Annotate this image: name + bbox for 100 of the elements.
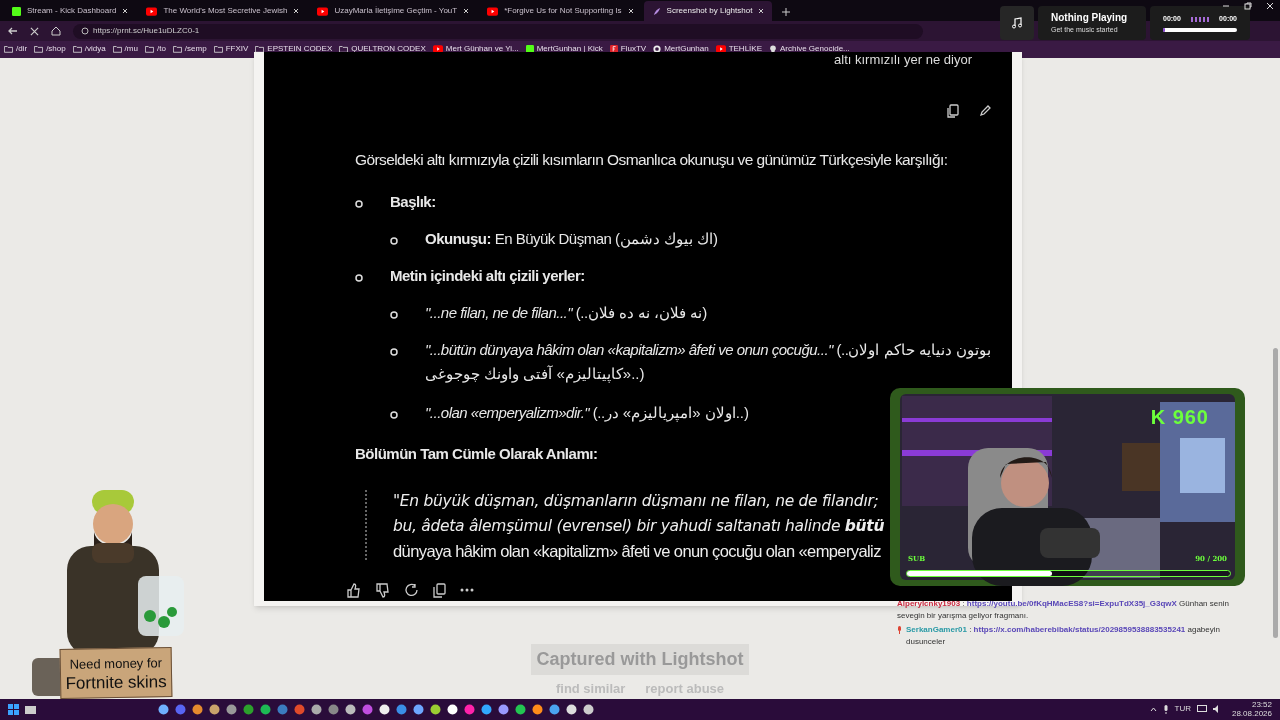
bullet-icon bbox=[390, 237, 398, 246]
close-icon[interactable] bbox=[293, 8, 300, 15]
bookmark-item[interactable]: /semp bbox=[172, 43, 207, 56]
chat-username[interactable]: Alperylcnky1903 bbox=[897, 599, 961, 608]
close-icon[interactable] bbox=[463, 8, 470, 15]
plus-icon[interactable] bbox=[782, 8, 791, 17]
microphone-icon[interactable] bbox=[1162, 704, 1169, 714]
file-explorer-icon[interactable] bbox=[25, 703, 36, 715]
app-icon[interactable] bbox=[158, 703, 169, 715]
bullet-icon bbox=[355, 274, 363, 283]
browser-tab[interactable]: The World's Most Secretive Jewish bbox=[138, 1, 308, 22]
bookmark-item[interactable]: /vidya bbox=[72, 43, 106, 56]
music-note-button[interactable] bbox=[1000, 6, 1034, 40]
follower-counter: K 960 bbox=[1150, 405, 1209, 430]
url-text: https://prnt.sc/Hue1uDLZC0-1 bbox=[93, 25, 200, 37]
browser-tab[interactable]: UzayMarla İletişime Geçtim - YouT bbox=[309, 1, 478, 22]
skull-icon bbox=[768, 45, 777, 54]
address-field[interactable]: https://prnt.sc/Hue1uDLZC0-1 bbox=[73, 23, 923, 39]
app-icon[interactable] bbox=[498, 703, 509, 715]
app-icon[interactable] bbox=[515, 703, 526, 715]
restore-icon[interactable] bbox=[1244, 2, 1252, 10]
app-icon[interactable] bbox=[192, 703, 203, 715]
list-heading: Başlık: bbox=[390, 192, 436, 213]
browser-tab[interactable]: *Forgive Us for Not Supporting Is bbox=[479, 1, 642, 22]
quote-line: dünyaya hâkim olan «kapitalizm» âfeti ve onun çocuğu olan «emperyaliz bbox=[393, 540, 882, 562]
play-logo-icon bbox=[317, 6, 329, 16]
bookmark-label: EPSTEIN CODEX bbox=[267, 43, 333, 56]
bookmark-label: MertGunhan bbox=[664, 43, 709, 56]
app-icon[interactable] bbox=[345, 703, 356, 715]
app-icon[interactable] bbox=[583, 703, 594, 715]
tab-title: *Forgive Us for Not Supporting Is bbox=[504, 5, 622, 18]
bookmark-item[interactable]: /dir bbox=[4, 43, 28, 56]
bookmark-label: /shop bbox=[46, 43, 66, 56]
bookmark-label: TEHLİKE bbox=[728, 43, 762, 56]
music-note-icon bbox=[1011, 17, 1023, 29]
minimize-icon[interactable] bbox=[1222, 2, 1230, 10]
tab-title: Stream - Kick Dashboard bbox=[27, 5, 117, 18]
thumbs-up-icon[interactable] bbox=[346, 582, 361, 598]
quote-line: bu, âdeta âlemşümul (evrensel) bir yahudi saltanatı halinde bütü bbox=[393, 515, 885, 537]
bookmark-item[interactable]: /shop bbox=[34, 43, 66, 56]
folder-icon bbox=[172, 45, 182, 54]
windows-logo-icon[interactable] bbox=[8, 703, 19, 715]
bullet-icon bbox=[390, 411, 398, 420]
refresh-icon[interactable] bbox=[404, 582, 419, 598]
chat-link[interactable]: https://youtu.be/0fKqHMacES8?si=ExpuTdX35j_G3qwX bbox=[966, 599, 1177, 608]
chevron-up-icon[interactable] bbox=[1149, 706, 1157, 712]
sign-text: Fortnite skins bbox=[65, 672, 167, 693]
clock-date[interactable]: 28.08.2026 bbox=[1231, 709, 1272, 719]
app-icon[interactable] bbox=[209, 703, 220, 715]
bullet-icon bbox=[390, 348, 398, 357]
app-icon[interactable] bbox=[566, 703, 577, 715]
close-icon[interactable] bbox=[627, 8, 634, 15]
back-icon[interactable] bbox=[8, 26, 18, 36]
bookmark-label: /to bbox=[156, 43, 166, 56]
app-icon[interactable] bbox=[549, 703, 560, 715]
close-icon[interactable] bbox=[30, 26, 39, 36]
bookmark-item[interactable]: FFXIV bbox=[213, 43, 249, 56]
network-icon[interactable] bbox=[1196, 705, 1207, 714]
tab-title: Screenshot by Lightshot bbox=[666, 5, 753, 18]
close-icon[interactable] bbox=[1266, 2, 1274, 10]
language-indicator[interactable]: TUR bbox=[1174, 703, 1191, 716]
bullet-icon bbox=[355, 200, 363, 209]
folder-icon bbox=[4, 45, 13, 54]
thumbs-down-icon[interactable] bbox=[375, 582, 390, 598]
app-icon[interactable] bbox=[379, 703, 390, 715]
bookmark-item[interactable]: /mu bbox=[112, 43, 138, 56]
site-info-icon[interactable] bbox=[81, 27, 89, 35]
app-icon[interactable] bbox=[226, 703, 237, 715]
bookmark-label: /dir bbox=[16, 43, 28, 56]
tab-title: The World's Most Secretive Jewish bbox=[163, 5, 288, 18]
app-icon[interactable] bbox=[430, 703, 441, 715]
app-icon[interactable] bbox=[260, 703, 271, 715]
edit-icon[interactable] bbox=[979, 104, 992, 118]
folder-icon bbox=[34, 45, 44, 54]
copy-icon[interactable] bbox=[433, 582, 446, 598]
chat-message: SerkanGamer01 : https://x.com/haberebibak/status/2029859538883535241 agabeyin dusunceler bbox=[906, 624, 1221, 648]
bookmark-label: /semp bbox=[184, 43, 207, 56]
close-icon[interactable] bbox=[122, 8, 129, 15]
bookmark-label: /vidya bbox=[84, 43, 106, 56]
app-icon[interactable] bbox=[447, 703, 458, 715]
kick-logo-icon bbox=[12, 6, 21, 16]
clock-time[interactable]: 23:52 bbox=[1251, 700, 1272, 710]
app-icon[interactable] bbox=[413, 703, 424, 715]
browser-tab[interactable]: Stream - Kick Dashboard bbox=[4, 1, 137, 22]
folder-icon bbox=[72, 45, 82, 54]
track-title: Nothing Playing bbox=[1051, 11, 1129, 26]
more-icon[interactable] bbox=[460, 588, 474, 593]
app-icon[interactable] bbox=[311, 703, 322, 715]
feather-icon bbox=[651, 6, 661, 16]
browser-tab[interactable]: Screenshot by Lightshot bbox=[643, 1, 773, 22]
app-icon[interactable] bbox=[481, 703, 492, 715]
app-icon[interactable] bbox=[532, 703, 543, 715]
chat-link[interactable]: https://x.com/haberebibak/status/2029859538883535241 bbox=[973, 625, 1186, 634]
list-heading: Metin içindeki altı çizili yerler: bbox=[390, 266, 585, 287]
home-icon[interactable] bbox=[51, 26, 61, 36]
equalizer-icon bbox=[1191, 16, 1209, 22]
copy-icon[interactable] bbox=[947, 104, 959, 119]
bookmark-label: FluxTV bbox=[620, 43, 647, 56]
close-icon[interactable] bbox=[758, 8, 765, 15]
bookmark-item[interactable]: /to bbox=[144, 43, 166, 56]
